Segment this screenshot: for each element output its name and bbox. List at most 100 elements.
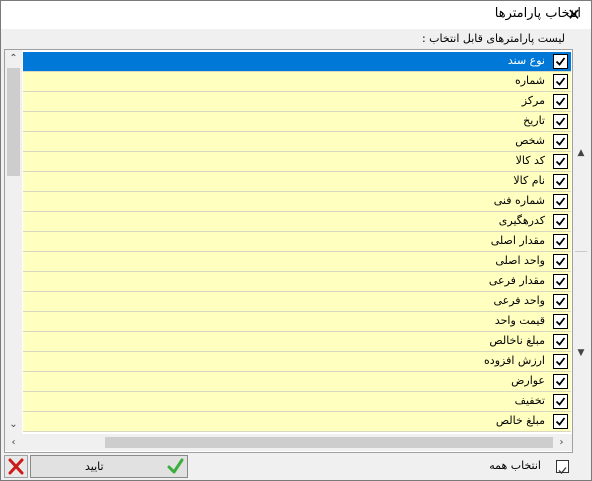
parameter-checkbox[interactable] xyxy=(553,394,568,409)
checkmark-icon xyxy=(555,77,566,86)
confirm-button-label: تایید xyxy=(85,460,104,473)
checkmark-icon xyxy=(555,117,566,126)
parameter-row[interactable]: مقدار فرعی xyxy=(23,272,571,292)
green-check-icon xyxy=(167,458,184,474)
parameter-checkbox[interactable] xyxy=(553,194,568,209)
parameter-row[interactable]: واحد اصلی xyxy=(23,252,571,272)
checkmark-icon xyxy=(555,257,566,266)
scroll-left-icon[interactable]: ‹ xyxy=(5,434,22,451)
parameter-checkbox[interactable] xyxy=(553,294,568,309)
parameter-checkbox[interactable] xyxy=(553,114,568,129)
horizontal-scrollbar[interactable]: ‹ › xyxy=(5,434,572,451)
vertical-scroll-thumb[interactable] xyxy=(7,68,20,176)
parameter-checkbox[interactable] xyxy=(553,334,568,349)
select-all-checkbox[interactable] xyxy=(556,460,569,474)
parameter-row[interactable]: واحد فرعی xyxy=(23,292,571,312)
parameter-row[interactable]: نوع سند xyxy=(23,52,571,72)
parameter-checkbox[interactable] xyxy=(553,154,568,169)
parameter-checkbox[interactable] xyxy=(553,54,568,69)
checkmark-icon xyxy=(555,137,566,146)
parameter-row[interactable]: عوارض xyxy=(23,372,571,392)
parameter-row[interactable]: کد کالا xyxy=(23,152,571,172)
parameter-label: ارزش افزوده xyxy=(484,354,545,367)
parameter-row[interactable]: مقدار اصلی xyxy=(23,232,571,252)
select-all-label: انتخاب همه xyxy=(489,459,541,472)
parameter-checkbox[interactable] xyxy=(553,94,568,109)
parameter-label: قیمت واحد xyxy=(494,314,545,327)
checkmark-icon xyxy=(555,177,566,186)
parameter-row[interactable]: تاریخ xyxy=(23,112,571,132)
close-button[interactable]: ✕ xyxy=(563,5,585,25)
checkmark-icon xyxy=(555,277,566,286)
parameter-label: واحد اصلی xyxy=(495,254,545,267)
checkmark-icon xyxy=(555,217,566,226)
parameter-selection-dialog: انتخاب پارامترها ✕ لیست پارامترهای قابل … xyxy=(0,0,592,481)
parameter-label: کد کالا xyxy=(515,154,545,167)
parameter-row[interactable]: مبلغ خالص xyxy=(23,412,571,432)
parameter-checkbox[interactable] xyxy=(553,254,568,269)
cancel-button[interactable] xyxy=(4,455,28,478)
scroll-right-icon[interactable]: › xyxy=(553,434,570,451)
parameter-checkbox[interactable] xyxy=(553,174,568,189)
horizontal-scroll-thumb[interactable] xyxy=(105,437,553,448)
list-heading: لیست پارامترهای قابل انتخاب : xyxy=(421,32,565,45)
parameter-label: مرکز xyxy=(521,94,545,107)
parameter-label: مبلغ خالص xyxy=(495,414,545,427)
parameter-checkbox[interactable] xyxy=(553,274,568,289)
parameter-list: ⌃ ⌄ نوع سند شماره مرکز تاریخ شخص کد کالا نام ک… xyxy=(4,49,573,453)
parameter-row[interactable]: تخفیف xyxy=(23,392,571,412)
parameter-row[interactable]: شماره xyxy=(23,72,571,92)
parameter-label: تاریخ xyxy=(523,114,545,127)
reorder-divider xyxy=(575,251,587,252)
parameter-label: شخص xyxy=(515,134,545,147)
checkmark-icon xyxy=(555,157,566,166)
parameter-label: عوارض xyxy=(511,374,545,387)
parameter-row[interactable]: نام کالا xyxy=(23,172,571,192)
red-x-icon xyxy=(8,458,24,475)
parameter-label: واحد فرعی xyxy=(493,294,546,307)
parameter-checkbox[interactable] xyxy=(553,134,568,149)
reorder-controls: ▲ ▼ xyxy=(573,49,589,451)
checkmark-icon xyxy=(558,467,567,474)
parameter-label: کدرهگیری xyxy=(498,214,545,227)
parameter-checkbox[interactable] xyxy=(553,314,568,329)
parameter-checkbox[interactable] xyxy=(553,374,568,389)
parameter-label: شماره فنی xyxy=(493,194,545,207)
parameter-row[interactable]: قیمت واحد xyxy=(23,312,571,332)
checkmark-icon xyxy=(555,337,566,346)
parameter-row[interactable]: شماره فنی xyxy=(23,192,571,212)
checkmark-icon xyxy=(555,297,566,306)
scroll-up-icon[interactable]: ⌃ xyxy=(5,50,22,67)
parameter-checkbox[interactable] xyxy=(553,74,568,89)
parameter-checkbox[interactable] xyxy=(553,414,568,429)
checkmark-icon xyxy=(555,417,566,426)
confirm-button[interactable]: تایید xyxy=(30,455,188,478)
checkmark-icon xyxy=(555,237,566,246)
parameter-label: مقدار فرعی xyxy=(488,274,545,287)
parameter-row[interactable]: ارزش افزوده xyxy=(23,352,571,372)
checkmark-icon xyxy=(555,317,566,326)
parameter-row[interactable]: کدرهگیری xyxy=(23,212,571,232)
parameter-row[interactable]: مرکز xyxy=(23,92,571,112)
scroll-down-icon[interactable]: ⌄ xyxy=(5,416,22,433)
parameter-rows: نوع سند شماره مرکز تاریخ شخص کد کالا نام کالا ش… xyxy=(23,52,571,434)
parameter-label: نوع سند xyxy=(507,54,545,67)
checkmark-icon xyxy=(555,357,566,366)
title-bar: انتخاب پارامترها ✕ xyxy=(1,1,591,29)
checkmark-icon xyxy=(555,57,566,66)
parameter-row[interactable]: مبلغ ناخالص xyxy=(23,332,571,352)
checkmark-icon xyxy=(555,377,566,386)
parameter-label: نام کالا xyxy=(513,174,545,187)
checkmark-icon xyxy=(555,397,566,406)
move-down-icon[interactable]: ▼ xyxy=(573,345,589,361)
move-up-icon[interactable]: ▲ xyxy=(573,145,589,161)
checkmark-icon xyxy=(555,197,566,206)
vertical-scrollbar[interactable]: ⌃ ⌄ xyxy=(5,50,22,434)
parameter-label: تخفیف xyxy=(514,394,545,407)
parameter-checkbox[interactable] xyxy=(553,234,568,249)
checkmark-icon xyxy=(555,97,566,106)
parameter-checkbox[interactable] xyxy=(553,354,568,369)
parameter-checkbox[interactable] xyxy=(553,214,568,229)
parameter-row[interactable]: شخص xyxy=(23,132,571,152)
parameter-label: مقدار اصلی xyxy=(490,234,545,247)
